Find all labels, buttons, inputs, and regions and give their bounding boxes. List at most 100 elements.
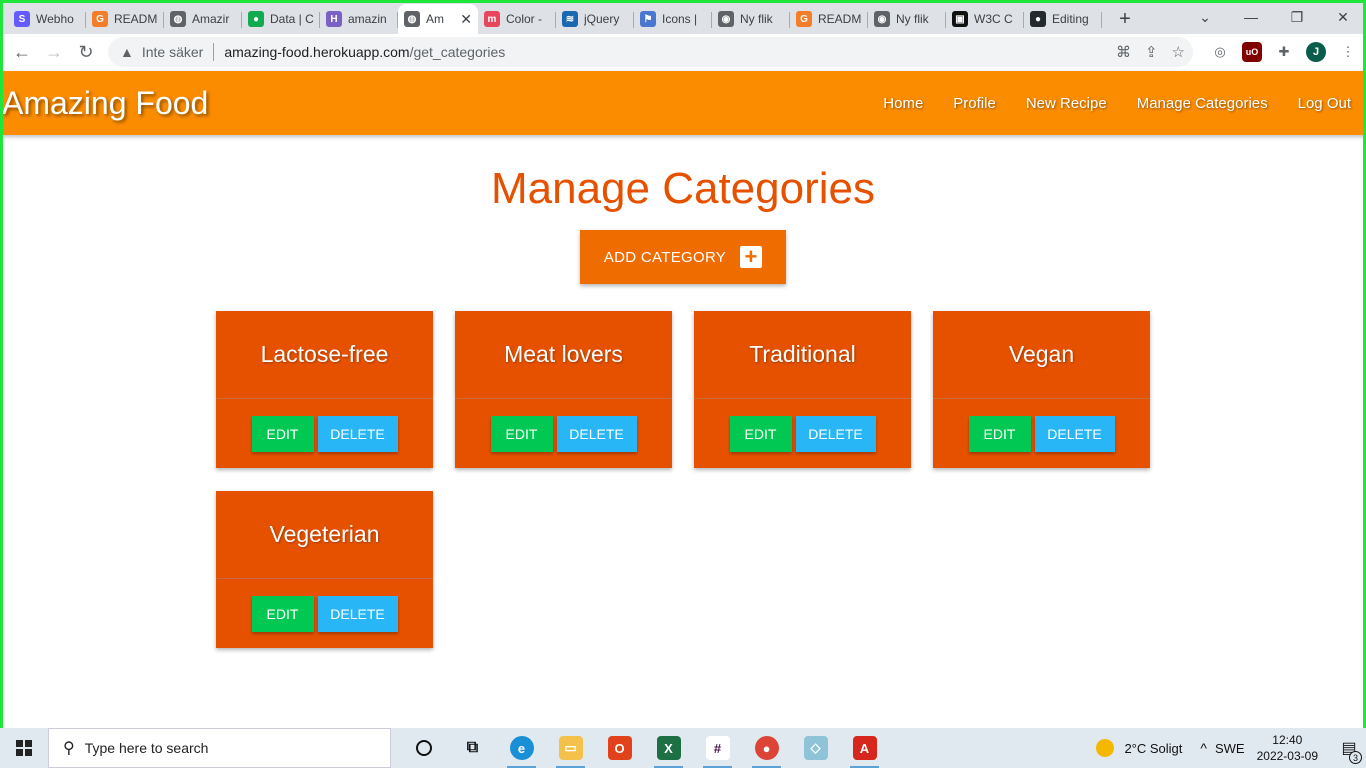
category-actions: EDIT DELETE bbox=[216, 399, 433, 468]
main-nav: Home Profile New Recipe Manage Categorie… bbox=[853, 71, 1351, 135]
new-tab-button[interactable]: + bbox=[1110, 4, 1140, 34]
restore-button[interactable]: ❐ bbox=[1274, 0, 1320, 34]
forward-button[interactable]: → bbox=[38, 37, 70, 69]
extension-icon[interactable]: ◎ bbox=[1210, 42, 1230, 62]
browser-tab[interactable]: ≋ jQuery bbox=[556, 4, 634, 34]
category-actions: EDIT DELETE bbox=[216, 579, 433, 648]
browser-toolbar: ← → ↻ ▲ Inte säker amazing-food.herokuap… bbox=[0, 34, 1366, 71]
browser-tab[interactable]: ▣ W3C C bbox=[946, 4, 1024, 34]
browser-tab[interactable]: Hamazin bbox=[320, 4, 398, 34]
nav-manage-categories[interactable]: Manage Categories bbox=[1137, 95, 1268, 112]
globe-icon: ◍ bbox=[170, 11, 186, 27]
tab-strip: S Webho G READM ◍ Amazir ● Data | C Hamazin ◍ Am ✕ m… bbox=[0, 0, 1366, 34]
back-button[interactable]: ← bbox=[6, 37, 38, 69]
add-category-button[interactable]: ADD CATEGORY + bbox=[580, 230, 786, 284]
github-icon: ● bbox=[1030, 11, 1046, 27]
delete-button[interactable]: DELETE bbox=[1034, 416, 1115, 452]
s-icon: S bbox=[14, 11, 30, 27]
start-button[interactable] bbox=[0, 728, 48, 768]
excel-icon[interactable]: X bbox=[644, 728, 693, 768]
tab-title: Icons | bbox=[662, 12, 698, 26]
chrome-icon[interactable]: ● bbox=[742, 728, 791, 768]
translate-icon[interactable]: ⌘ bbox=[1116, 43, 1131, 61]
file-explorer-icon[interactable]: ▭ bbox=[546, 728, 595, 768]
category-name: Lactose-free bbox=[216, 311, 433, 399]
language-indicator[interactable]: SWE bbox=[1215, 741, 1245, 756]
chrome-icon: ◉ bbox=[874, 11, 890, 27]
clock[interactable]: 12:40 2022-03-09 bbox=[1257, 732, 1318, 764]
browser-tab[interactable]: ◍ Am ✕ bbox=[398, 4, 478, 34]
edit-button[interactable]: EDIT bbox=[729, 416, 792, 452]
windows-icon bbox=[16, 740, 32, 756]
bookmark-star-icon[interactable]: ☆ bbox=[1172, 43, 1185, 61]
browser-tab[interactable]: ◍ Amazir bbox=[164, 4, 242, 34]
category-card: Meat lovers EDIT DELETE bbox=[455, 311, 672, 468]
sticky-app-icon[interactable]: ◇ bbox=[791, 728, 840, 768]
edit-button[interactable]: EDIT bbox=[968, 416, 1031, 452]
weather-text[interactable]: 2°C Soligt bbox=[1124, 741, 1182, 756]
nav-home[interactable]: Home bbox=[883, 95, 923, 112]
browser-tab[interactable]: ⚑ Icons | bbox=[634, 4, 712, 34]
edit-button[interactable]: EDIT bbox=[490, 416, 553, 452]
taskbar-apps: ⧉ e ▭ O X # ● ◇ A bbox=[399, 728, 889, 768]
category-card: Lactose-free EDIT DELETE bbox=[216, 311, 433, 468]
minimize-button[interactable]: — bbox=[1228, 0, 1274, 34]
slack-icon[interactable]: # bbox=[693, 728, 742, 768]
share-icon[interactable]: ⇪ bbox=[1145, 43, 1158, 61]
browser-tab[interactable]: G READM bbox=[86, 4, 164, 34]
browser-tab[interactable]: ● Data | C bbox=[242, 4, 320, 34]
globe-icon: ◍ bbox=[404, 11, 420, 27]
category-actions: EDIT DELETE bbox=[694, 399, 911, 468]
close-tab-icon[interactable]: ✕ bbox=[460, 11, 472, 28]
url-text: amazing-food.herokuapp.com/get_categorie… bbox=[224, 44, 505, 60]
nav-profile[interactable]: Profile bbox=[953, 95, 996, 112]
g-icon: G bbox=[92, 11, 108, 27]
search-placeholder: Type here to search bbox=[84, 740, 209, 756]
edit-button[interactable]: EDIT bbox=[251, 596, 314, 632]
browser-tab[interactable]: ◉ Ny flik bbox=[712, 4, 790, 34]
chevron-up-icon[interactable]: ^ bbox=[1200, 740, 1207, 756]
browser-tab[interactable]: S Webho bbox=[8, 4, 86, 34]
nav-new-recipe[interactable]: New Recipe bbox=[1026, 95, 1107, 112]
browser-tab[interactable]: G READM bbox=[790, 4, 868, 34]
tab-title: Ny flik bbox=[740, 12, 773, 26]
tab-title: Ny flik bbox=[896, 12, 929, 26]
brand-logo[interactable]: Amazing Food bbox=[2, 85, 208, 122]
edit-button[interactable]: EDIT bbox=[251, 416, 314, 452]
category-card: Traditional EDIT DELETE bbox=[694, 311, 911, 468]
puzzle-icon[interactable]: ✚ bbox=[1274, 42, 1294, 62]
g-icon: G bbox=[796, 11, 812, 27]
delete-button[interactable]: DELETE bbox=[317, 416, 398, 452]
tab-title: Webho bbox=[36, 12, 74, 26]
task-view-button[interactable]: ⧉ bbox=[448, 728, 497, 768]
delete-button[interactable]: DELETE bbox=[795, 416, 876, 452]
delete-button[interactable]: DELETE bbox=[317, 596, 398, 632]
edge-icon[interactable]: e bbox=[497, 728, 546, 768]
notification-count: 3 bbox=[1349, 751, 1362, 764]
ublock-icon[interactable]: uO bbox=[1242, 42, 1262, 62]
tab-title: READM bbox=[114, 12, 158, 26]
address-bar[interactable]: ▲ Inte säker amazing-food.herokuapp.com/… bbox=[108, 37, 1193, 67]
cortana-button[interactable] bbox=[399, 728, 448, 768]
warning-icon: ▲ bbox=[120, 44, 134, 60]
taskbar-search[interactable]: ⚲ Type here to search bbox=[48, 728, 391, 768]
category-name: Vegeterian bbox=[216, 491, 433, 579]
browser-tab[interactable]: ◉ Ny flik bbox=[868, 4, 946, 34]
menu-kebab-icon[interactable]: ⋮ bbox=[1338, 42, 1358, 62]
delete-button[interactable]: DELETE bbox=[556, 416, 637, 452]
reload-button[interactable]: ↻ bbox=[70, 37, 102, 69]
tab-title: Amazir bbox=[192, 12, 230, 26]
nav-log-out[interactable]: Log Out bbox=[1298, 95, 1351, 112]
category-name: Traditional bbox=[694, 311, 911, 399]
tab-title: Color - bbox=[506, 12, 543, 26]
weather-sun-icon bbox=[1096, 739, 1115, 757]
chevron-down-icon[interactable]: ⌄ bbox=[1182, 0, 1228, 34]
profile-avatar[interactable]: J bbox=[1306, 42, 1326, 62]
office-icon[interactable]: O bbox=[595, 728, 644, 768]
h-icon: H bbox=[326, 11, 342, 27]
close-window-button[interactable]: ✕ bbox=[1320, 0, 1366, 34]
notification-button[interactable]: ▤ 3 bbox=[1332, 738, 1366, 764]
acrobat-icon[interactable]: A bbox=[840, 728, 889, 768]
browser-tab[interactable]: ● Editing bbox=[1024, 4, 1102, 34]
browser-tab[interactable]: m Color - bbox=[478, 4, 556, 34]
